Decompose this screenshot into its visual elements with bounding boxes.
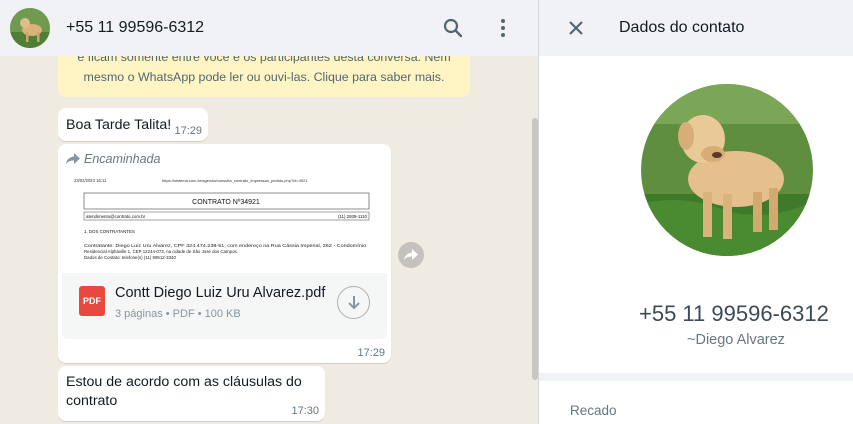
encryption-notice-line1: e ficam somente entre você e os particip… xyxy=(77,56,451,64)
message-time: 17:30 xyxy=(291,405,319,417)
menu-button[interactable] xyxy=(483,8,523,48)
message-text: Estou de acordo com as cláusulas do cont… xyxy=(66,374,302,409)
preview-phone: (11) 2939-1110 xyxy=(338,214,368,219)
document-attachment[interactable]: PDF Contt Diego Luiz Uru Alvarez.pdf 3 p… xyxy=(62,273,387,339)
forward-icon xyxy=(404,249,418,261)
chat-contact-title[interactable]: +55 11 99596-6312 xyxy=(66,19,423,37)
contact-panel-title: Dados do contato xyxy=(619,19,745,36)
about-label: Recado xyxy=(570,403,617,418)
contact-panel-header: Dados do contato xyxy=(539,0,853,56)
message-text: Boa Tarde Talita! xyxy=(66,117,172,133)
contact-phone: +55 11 99596-6312 xyxy=(639,301,829,326)
preview-section: 1. DOS CONTRATANTES xyxy=(84,229,135,234)
preview-email: atendimento@contrato.com.br xyxy=(86,214,146,219)
document-preview-page: 23/02/2023 16:11 https://sistema.com.br/… xyxy=(74,178,370,260)
preview-line1: Contratante: Diego Luiz Uru Alvarez, CPF… xyxy=(84,243,367,248)
search-button[interactable] xyxy=(433,8,473,48)
contact-photo[interactable] xyxy=(641,84,813,256)
chat-pane: +55 11 99596-6312 e ficam somente entre … xyxy=(0,0,539,424)
preview-title: CONTRATO Nº34921 xyxy=(192,199,260,206)
preview-url: https://sistema.com.br/agenda/consulta_c… xyxy=(162,178,308,183)
message-time: 17:29 xyxy=(174,125,202,137)
document-preview[interactable]: 23/02/2023 16:11 https://sistema.com.br/… xyxy=(62,174,387,273)
download-icon xyxy=(347,295,360,309)
message-bubble[interactable]: Estou de acordo com as cláusulas do cont… xyxy=(58,366,325,421)
close-button[interactable] xyxy=(556,8,596,48)
message-list[interactable]: e ficam somente entre você e os particip… xyxy=(0,56,538,424)
forward-message-button[interactable] xyxy=(398,242,424,268)
message-time: 17:29 xyxy=(357,347,385,359)
search-icon xyxy=(443,18,463,38)
preview-line3: Dados de Contato: telefone(s) (11) 99512… xyxy=(84,255,176,260)
document-meta: 3 páginas • PDF • 100 KB xyxy=(115,308,241,320)
chat-header[interactable]: +55 11 99596-6312 xyxy=(0,0,538,56)
contact-avatar[interactable] xyxy=(10,8,50,48)
preview-line2: Residencial Alphaville 1, CEP 12244-073,… xyxy=(84,249,238,254)
contact-info-panel: Dados do contato +55 11 99596-6312 ~Dieg… xyxy=(539,0,853,424)
message-bubble[interactable]: Boa Tarde Talita! 17:29 xyxy=(58,108,208,141)
menu-icon xyxy=(501,19,505,37)
contact-profile-card: +55 11 99596-6312 ~Diego Alvarez xyxy=(539,56,853,373)
contact-about-section: Recado xyxy=(539,381,853,424)
download-button[interactable] xyxy=(337,286,370,319)
contact-name: ~Diego Alvarez xyxy=(687,332,785,348)
document-name: Contt Diego Luiz Uru Alvarez.pdf xyxy=(115,285,326,301)
document-message-bubble[interactable]: Encaminhada 23/02/2023 16:11 https://sis… xyxy=(58,144,391,363)
forwarded-label: Encaminhada xyxy=(66,152,160,166)
pdf-file-icon: PDF xyxy=(79,286,105,316)
forwarded-text: Encaminhada xyxy=(84,152,161,166)
chat-scrollbar[interactable] xyxy=(532,118,538,380)
preview-date: 23/02/2023 16:11 xyxy=(74,178,107,183)
forwarded-icon xyxy=(66,153,80,165)
encryption-notice[interactable]: e ficam somente entre você e os particip… xyxy=(58,56,470,97)
encryption-notice-line2: mesmo o WhatsApp pode ler ou ouvi-las. C… xyxy=(83,70,445,84)
close-icon xyxy=(569,21,583,35)
